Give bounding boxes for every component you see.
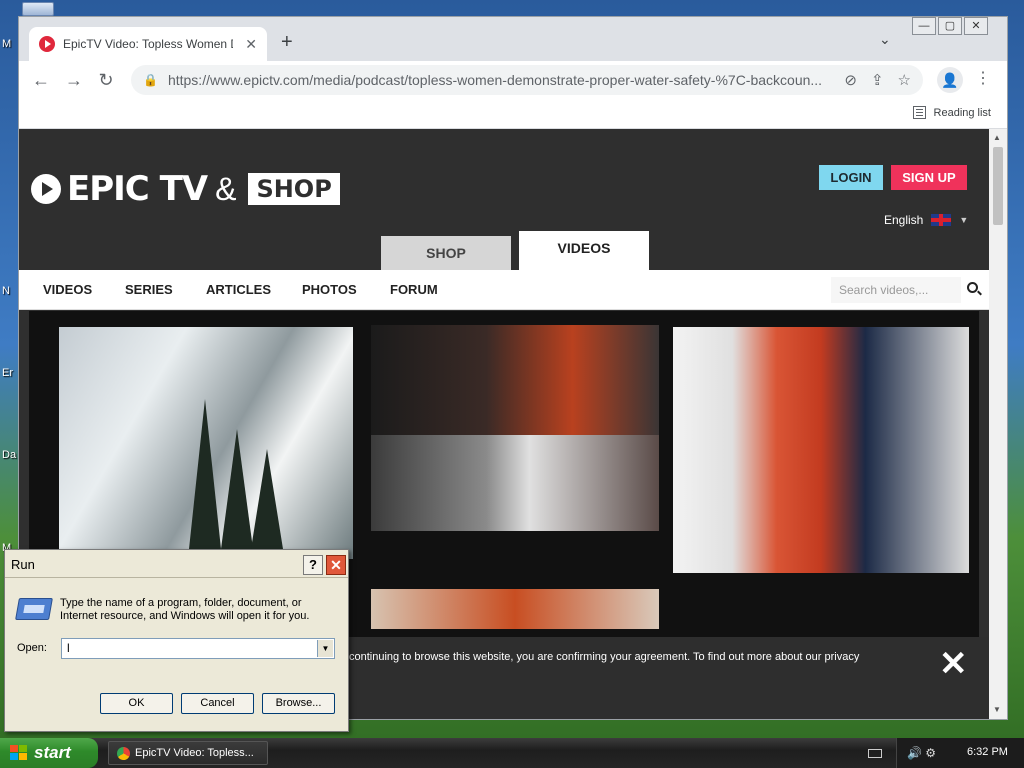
- tab-shop[interactable]: SHOP: [381, 236, 511, 270]
- video-thumbnail[interactable]: [371, 589, 659, 629]
- minimize-button[interactable]: —: [912, 17, 936, 35]
- nav-forum[interactable]: FORUM: [390, 282, 438, 297]
- system-tray: 🔊 ⚙ 6:32 PM: [896, 738, 1024, 768]
- scroll-up-icon[interactable]: ▲: [993, 133, 1001, 142]
- sub-navigation: VIDEOS SERIES ARTICLES PHOTOS FORUM Sear…: [19, 270, 989, 310]
- page-scrollbar[interactable]: ▲ ▼: [989, 129, 1007, 719]
- tab-close-icon[interactable]: ✕: [245, 36, 257, 53]
- chevron-down-icon[interactable]: ▼: [317, 640, 333, 657]
- video-thumbnail[interactable]: [59, 327, 353, 559]
- maximize-button[interactable]: ▢: [938, 17, 962, 35]
- back-button[interactable]: ←: [29, 68, 53, 92]
- help-button[interactable]: ?: [303, 555, 323, 575]
- cookie-close-icon[interactable]: ✕: [939, 647, 968, 681]
- tab-videos[interactable]: VIDEOS: [519, 231, 649, 270]
- tab-title: EpicTV Video: Topless Women Demonstrate: [63, 37, 233, 51]
- browser-menu-icon[interactable]: ⋮: [975, 68, 991, 88]
- logo-text: EPIC TV: [67, 169, 208, 209]
- desktop-icon-label[interactable]: Er: [2, 367, 13, 379]
- cancel-button[interactable]: Cancel: [181, 693, 254, 714]
- epictv-play-logo-icon: [31, 174, 61, 204]
- login-button[interactable]: LOGIN: [819, 165, 883, 190]
- nav-photos[interactable]: PHOTOS: [302, 282, 357, 297]
- reload-button[interactable]: ↻: [94, 68, 118, 92]
- desktop-icon-label[interactable]: M: [2, 38, 11, 50]
- close-window-button[interactable]: ✕: [964, 17, 988, 35]
- language-selector[interactable]: English ▼: [884, 213, 968, 227]
- run-icon: [15, 598, 53, 620]
- cookie-text: continuing to browse this website, you a…: [349, 651, 860, 663]
- browse-button[interactable]: Browse...: [262, 693, 335, 714]
- epictv-favicon-icon: [39, 36, 55, 52]
- epictv-logo[interactable]: EPIC TV & SHOP: [31, 169, 340, 209]
- share-icon[interactable]: ⇪: [871, 71, 884, 89]
- run-dialog: Run ? ✕ Type the name of a program, fold…: [4, 549, 349, 732]
- run-title: Run: [11, 557, 35, 572]
- tray-icons[interactable]: 🔊 ⚙: [907, 746, 936, 760]
- open-label: Open:: [17, 642, 47, 654]
- tracking-off-icon[interactable]: ⊘: [844, 71, 857, 89]
- bookmark-star-icon[interactable]: ☆: [898, 71, 911, 89]
- nav-series[interactable]: SERIES: [125, 282, 173, 297]
- tree-shape: [221, 429, 253, 549]
- reading-list-icon: [912, 106, 926, 119]
- scrollbar-thumb[interactable]: [993, 147, 1003, 225]
- desktop-icon[interactable]: [22, 2, 54, 16]
- taskbar: start EpicTV Video: Topless... 🔊 ⚙ 6:32 …: [0, 738, 1024, 768]
- run-description: Type the name of a program, folder, docu…: [60, 597, 310, 622]
- scroll-down-icon[interactable]: ▼: [993, 705, 1001, 714]
- signup-button[interactable]: SIGN UP: [891, 165, 967, 190]
- taskbar-item-browser[interactable]: EpicTV Video: Topless...: [108, 741, 268, 765]
- taskbar-item-label: EpicTV Video: Topless...: [135, 747, 254, 759]
- profile-icon[interactable]: 👤: [937, 67, 963, 93]
- url-text[interactable]: https://www.epictv.com/media/podcast/top…: [168, 72, 830, 88]
- clock[interactable]: 6:32 PM: [967, 746, 1008, 758]
- tree-shape: [251, 449, 283, 549]
- video-thumbnail[interactable]: [371, 435, 659, 531]
- ok-button[interactable]: OK: [100, 693, 173, 714]
- chevron-down-icon: ▼: [959, 215, 969, 225]
- language-label: English: [884, 213, 924, 227]
- run-title-bar[interactable]: Run ? ✕: [5, 550, 348, 578]
- forward-button[interactable]: →: [62, 68, 86, 92]
- search-input[interactable]: Search videos,...: [831, 277, 961, 303]
- video-thumbnail[interactable]: [673, 327, 969, 573]
- tab-strip: EpicTV Video: Topless Women Demonstrate …: [19, 17, 1007, 61]
- desktop-icon-label[interactable]: Da: [2, 449, 16, 461]
- chrome-icon: [117, 747, 130, 760]
- windows-logo-icon: [10, 745, 28, 761]
- tab-search-button[interactable]: ⌄: [879, 31, 891, 48]
- close-button[interactable]: ✕: [326, 555, 346, 575]
- desktop-icon-label[interactable]: N: [2, 285, 10, 297]
- nav-videos[interactable]: VIDEOS: [43, 282, 92, 297]
- start-button[interactable]: start: [0, 738, 98, 768]
- logo-shop: SHOP: [248, 173, 340, 205]
- keyboard-icon[interactable]: [868, 749, 882, 758]
- new-tab-button[interactable]: +: [281, 31, 293, 54]
- start-label: start: [34, 743, 71, 762]
- bookmarks-bar: Reading list: [19, 99, 1007, 129]
- reading-list-button[interactable]: Reading list: [912, 106, 991, 119]
- tree-shape: [189, 399, 221, 549]
- browser-toolbar: ← → ↻ 🔒 https://www.epictv.com/media/pod…: [19, 61, 1007, 99]
- uk-flag-icon: [931, 214, 952, 226]
- lock-icon[interactable]: 🔒: [143, 73, 158, 87]
- open-input[interactable]: l: [61, 638, 335, 659]
- search-icon[interactable]: [967, 282, 978, 293]
- reading-list-label: Reading list: [933, 106, 991, 119]
- address-bar[interactable]: 🔒 https://www.epictv.com/media/podcast/t…: [131, 65, 923, 95]
- nav-articles[interactable]: ARTICLES: [206, 282, 271, 297]
- logo-ampersand: &: [215, 170, 237, 207]
- browser-tab[interactable]: EpicTV Video: Topless Women Demonstrate …: [29, 27, 267, 61]
